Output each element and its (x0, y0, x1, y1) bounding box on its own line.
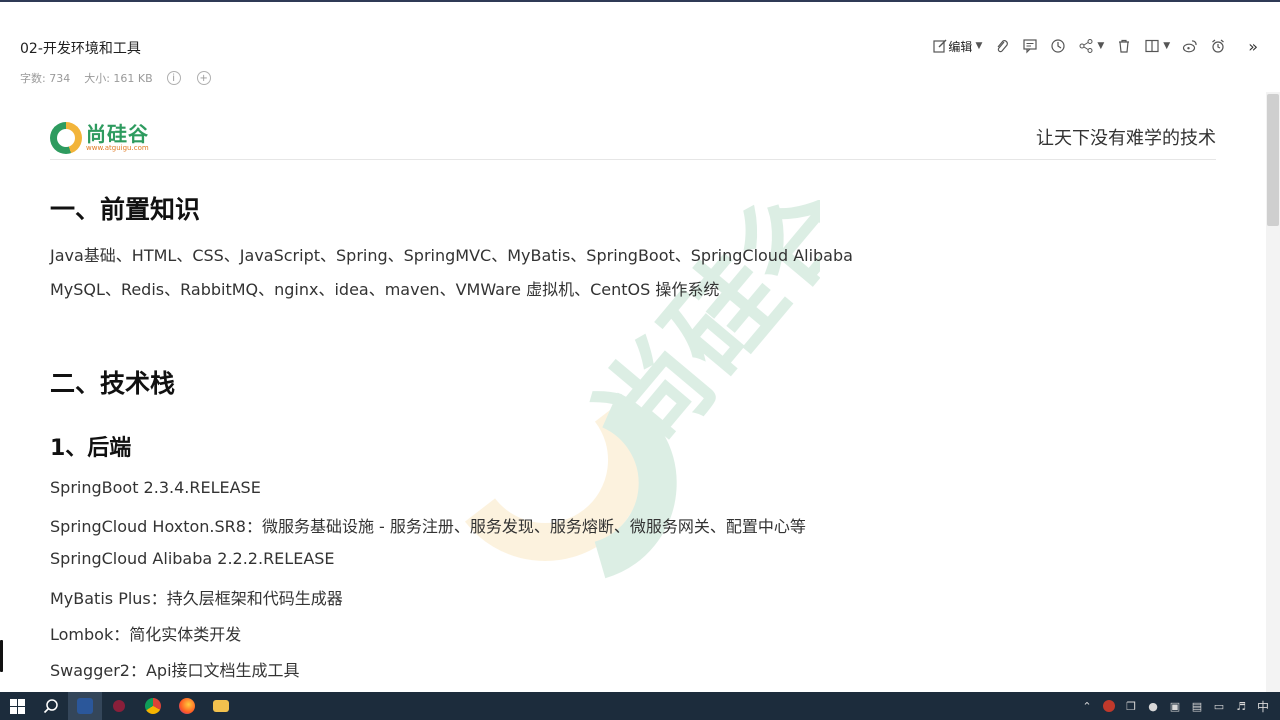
chrome-icon (145, 698, 161, 714)
layout-icon (1145, 39, 1159, 53)
share-icon (1079, 39, 1093, 53)
taskbar-app-chrome[interactable] (136, 692, 170, 720)
microphone-icon[interactable]: ● (1142, 692, 1164, 720)
logo-url: www.atguigu.com (86, 143, 149, 152)
document-header: 尚硅谷 www.atguigu.com 让天下没有难学的技术 (50, 110, 1216, 160)
logo-icon (50, 122, 82, 154)
folder-icon (213, 700, 229, 712)
attachment-icon (997, 40, 1009, 53)
app-tray-icon[interactable] (1098, 692, 1120, 720)
network-icon[interactable]: ▭ (1208, 692, 1230, 720)
layout-button[interactable]: ▼ (1144, 38, 1170, 54)
list-item: Swagger2：Api接口文档生成工具 (50, 661, 300, 680)
system-tray: ⌃ ❐ ● ▣ ▤ ▭ ♬ 中 (1076, 692, 1274, 720)
logo-name: 尚硅谷 (86, 121, 149, 146)
subsection-heading-backend: 1、后端 (50, 436, 132, 461)
document-page: 尚硅谷 www.atguigu.com 让天下没有难学的技术 (50, 110, 1216, 160)
window-top-border (0, 0, 1280, 2)
word-icon (77, 698, 93, 714)
toolbar: 编辑 ▼ ▼ ▼ » (920, 36, 1258, 56)
word-count: 字数: 734 (20, 72, 71, 85)
document-title: 02-开发环境和工具 (20, 41, 141, 57)
edit-button[interactable]: 编辑 ▼ (932, 38, 982, 55)
paragraph-prerequisites-2: MySQL、Redis、RabbitMQ、nginx、idea、maven、VM… (50, 280, 720, 299)
chevron-up-icon[interactable]: ⌃ (1076, 692, 1098, 720)
search-icon (43, 699, 58, 714)
scrollbar-thumb[interactable] (1267, 94, 1279, 226)
window-edge-marker (0, 640, 3, 672)
section-heading-tech-stack: 二、技术栈 (50, 369, 176, 398)
windows-icon (9, 698, 25, 714)
copy-icon[interactable]: ❐ (1120, 692, 1142, 720)
search-button[interactable] (34, 692, 68, 720)
share-button[interactable]: ▼ (1078, 38, 1104, 54)
chevron-down-icon: ▼ (975, 41, 983, 51)
info-icon[interactable]: i (166, 71, 181, 85)
chevron-down-icon: ▼ (1163, 41, 1171, 51)
history-button[interactable] (1050, 38, 1066, 54)
list-item: SpringBoot 2.3.4.RELEASE (50, 478, 261, 497)
edit-icon (933, 39, 947, 53)
comment-button[interactable] (1022, 38, 1038, 54)
capture-icon[interactable]: ▣ (1164, 692, 1186, 720)
brand-logo: 尚硅谷 www.atguigu.com (50, 122, 149, 154)
more-button[interactable]: » (1248, 37, 1258, 56)
slogan: 让天下没有难学的技术 (1036, 128, 1216, 149)
volume-icon[interactable]: ♬ (1230, 692, 1252, 720)
ime-indicator[interactable]: 中 (1252, 692, 1274, 720)
taskbar-app-firefox[interactable] (170, 692, 204, 720)
list-item: SpringCloud Alibaba 2.2.2.RELEASE (50, 549, 335, 568)
taskbar-app-explorer[interactable] (204, 692, 238, 720)
delete-button[interactable] (1116, 38, 1132, 54)
list-item: MyBatis Plus：持久层框架和代码生成器 (50, 589, 343, 608)
taskbar: ⌃ ❐ ● ▣ ▤ ▭ ♬ 中 (0, 692, 1280, 720)
list-item: SpringCloud Hoxton.SR8：微服务基础设施 - 服务注册、服务… (50, 517, 806, 536)
comment-icon (1023, 39, 1037, 54)
alarm-icon (1212, 39, 1225, 53)
paragraph-prerequisites-1: Java基础、HTML、CSS、JavaScript、Spring、Spring… (50, 246, 853, 265)
list-item: Lombok：简化实体类开发 (50, 625, 242, 644)
taskbar-app-recorder[interactable] (102, 692, 136, 720)
plus-icon[interactable]: + (196, 71, 211, 85)
chevron-down-icon: ▼ (1097, 41, 1105, 51)
document-meta: 字数: 734 大小: 161 KB i + (20, 70, 227, 86)
firefox-icon (179, 698, 195, 714)
start-button[interactable] (0, 692, 34, 720)
recorder-icon (113, 700, 125, 712)
weibo-share-button[interactable] (1182, 38, 1198, 54)
taskbar-app-word[interactable] (68, 692, 102, 720)
weibo-icon (1183, 40, 1197, 53)
battery-icon[interactable]: ▤ (1186, 692, 1208, 720)
history-icon (1051, 39, 1065, 53)
edit-label: 编辑 (948, 39, 973, 54)
alarm-button[interactable] (1210, 38, 1226, 54)
section-heading-prerequisites: 一、前置知识 (50, 195, 201, 224)
file-size: 大小: 161 KB (84, 72, 153, 85)
delete-icon (1119, 39, 1130, 53)
attachment-button[interactable] (994, 38, 1010, 54)
